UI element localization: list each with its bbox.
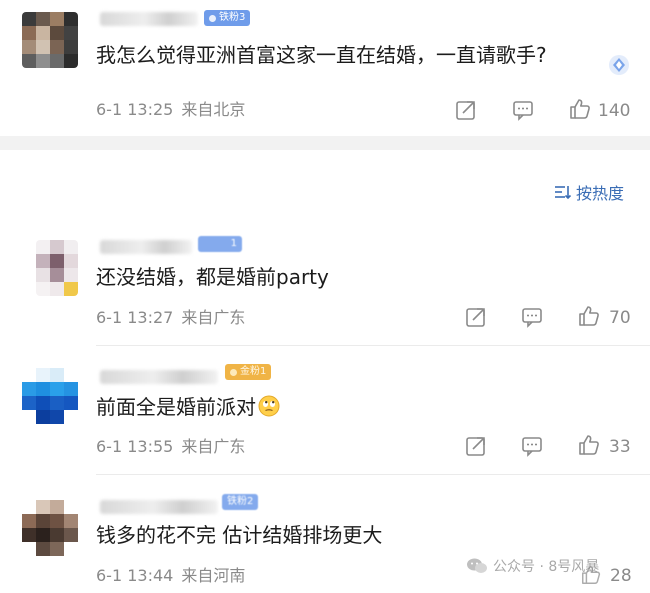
like-count: 28 [610,566,632,586]
like-count: 70 [609,308,631,328]
comment-time: 6-1 13:44 [96,566,174,585]
avatar[interactable] [22,368,78,424]
fan-badge: 1 [198,236,242,252]
comment-text: 还没结婚，都是婚前party [96,265,329,289]
fan-badge: 金粉1 [225,364,272,380]
fan-badge-label: 铁粉2 [227,496,254,507]
share-icon[interactable] [465,306,487,328]
thumbs-up-icon[interactable] [568,97,592,121]
row-divider [96,474,650,475]
comment-icon[interactable] [521,435,543,457]
fan-badge-label: 铁粉3 [219,12,246,23]
share-icon[interactable] [465,435,487,457]
avatar[interactable] [36,240,78,296]
comment-time: 6-1 13:25 [96,100,174,119]
fan-badge-label: 金粉1 [240,366,267,377]
username-blurred[interactable] [100,12,198,26]
comment-text-body: 前面全是婚前派对 [96,395,256,419]
fan-badge-label: 1 [230,238,237,249]
comment-icon[interactable] [512,99,534,121]
rolling-eyes-emoji-icon [258,395,280,423]
comment-meta: 6-1 13:27 来自广东 [96,308,245,328]
avatar[interactable] [22,500,78,556]
fan-badge: 铁粉2 [222,494,259,510]
like-count: 140 [598,101,631,121]
fan-badge-icon [230,368,237,376]
comment-meta: 6-1 13:44 来自河南 [96,566,245,586]
comment-icon[interactable] [521,306,543,328]
sort-icon [555,186,572,200]
username-blurred[interactable] [100,240,192,254]
comment-time: 6-1 13:27 [96,308,174,327]
comment-text: 前面全是婚前派对 [96,394,280,423]
row-divider [96,345,650,346]
avatar[interactable] [22,12,78,68]
sort-control[interactable]: 按热度 [554,180,624,204]
username-blurred[interactable] [100,500,218,514]
wechat-icon [467,558,487,573]
comment-text: 我怎么觉得亚洲首富这家一直在结婚，一直请歌手? [96,43,547,67]
fan-badge-icon [209,14,216,22]
thumbs-up-icon[interactable] [580,564,602,586]
comment-location: 来自北京 [181,100,246,119]
comment-location: 来自广东 [181,437,246,456]
comment-text: 钱多的花不完 估计结婚排场更大 [96,523,383,547]
comment-location: 来自广东 [181,308,246,327]
thumbs-up-icon[interactable] [577,304,601,328]
comment-location: 来自河南 [181,566,246,585]
section-divider [0,136,650,150]
like-count: 33 [609,437,631,457]
sort-label: 按热度 [576,184,625,203]
comment-meta: 6-1 13:55 来自广东 [96,437,245,457]
share-icon[interactable] [455,99,477,121]
fan-badge: 铁粉3 [204,10,251,26]
username-blurred[interactable] [100,370,218,384]
diamond-icon [608,54,630,76]
thumbs-up-icon[interactable] [577,433,601,457]
comment-time: 6-1 13:55 [96,437,174,456]
comment-meta: 6-1 13:25 来自北京 [96,100,245,120]
